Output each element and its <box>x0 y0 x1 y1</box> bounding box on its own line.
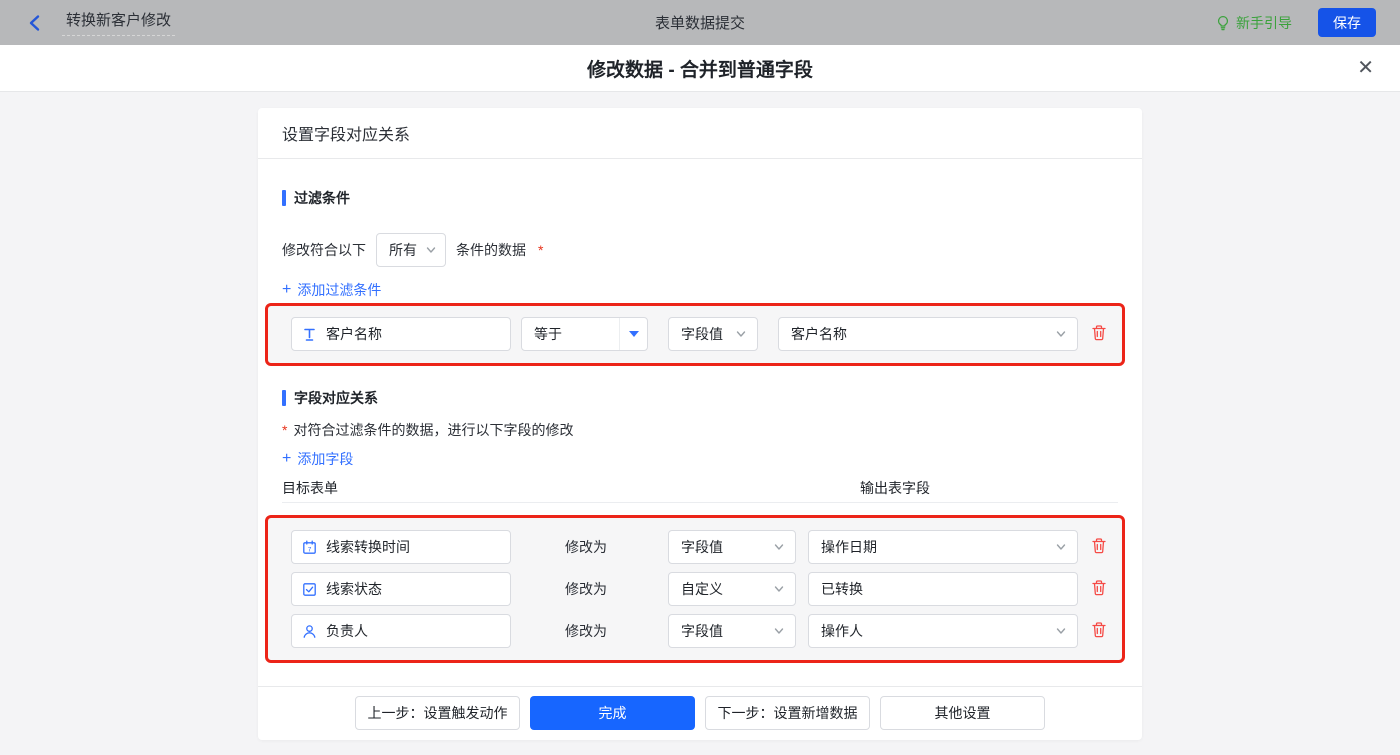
modify-to-label: 修改为 <box>565 539 607 555</box>
delete-row-button[interactable] <box>1090 537 1110 557</box>
match-scope-select[interactable]: 所有 <box>376 233 446 267</box>
text-field-icon <box>304 328 315 341</box>
value-type-select[interactable]: 字段值 <box>668 614 796 648</box>
guide-label: 新手引导 <box>1236 14 1292 31</box>
column-output-field: 输出表字段 <box>860 480 930 496</box>
done-button[interactable]: 完成 <box>530 696 695 730</box>
trash-icon <box>1092 580 1106 596</box>
card-header-divider <box>258 158 1142 159</box>
add-field-link[interactable]: + 添加字段 <box>282 449 353 469</box>
column-header-divider <box>282 502 1118 503</box>
calendar-icon: 7 <box>303 540 316 554</box>
target-field-input[interactable]: 7 线索转换时间 <box>291 530 511 564</box>
filter-condition-highlight: 客户名称 等于 字段值 客户名称 <box>265 303 1125 366</box>
filter-match-row: 修改符合以下 所有 条件的数据 * <box>282 233 543 267</box>
output-field-select[interactable]: 操作人 <box>808 614 1078 648</box>
footer-divider <box>258 686 1142 687</box>
chevron-down-icon <box>736 331 746 337</box>
trash-icon <box>1092 325 1106 341</box>
app-topbar: 转换新客户修改 表单数据提交 新手引导 保存 <box>0 0 1400 45</box>
match-suffix: 条件的数据 <box>456 242 526 258</box>
mapping-row: 线索状态 修改为 自定义 已转换 <box>268 572 1122 606</box>
chevron-down-icon <box>774 586 784 592</box>
condition-field-input[interactable]: 客户名称 <box>291 317 511 351</box>
condition-value-type-select[interactable]: 字段值 <box>668 317 758 351</box>
required-mark: * <box>538 242 544 258</box>
value-type-select[interactable]: 字段值 <box>668 530 796 564</box>
delete-row-button[interactable] <box>1090 579 1110 599</box>
delete-condition-button[interactable] <box>1090 324 1110 344</box>
next-step-button[interactable]: 下一步：设置新增数据 <box>705 696 870 730</box>
column-target-form: 目标表单 <box>282 480 338 496</box>
close-icon[interactable]: ✕ <box>1357 57 1374 79</box>
operator-caret-zone[interactable] <box>619 318 647 350</box>
modal-header: 修改数据 - 合并到普通字段 ✕ <box>0 45 1400 92</box>
person-icon <box>303 624 316 638</box>
mapping-rows-highlight: 7 线索转换时间 修改为 字段值 操作日期 线索状态 修改为 自定义 已转换 负… <box>265 515 1125 663</box>
modify-to-label: 修改为 <box>565 623 607 639</box>
footer-actions: 上一步：设置触发动作 完成 下一步：设置新增数据 其他设置 <box>258 696 1142 730</box>
chevron-left-icon <box>29 14 40 31</box>
triangle-down-icon <box>628 331 639 337</box>
other-settings-button[interactable]: 其他设置 <box>880 696 1045 730</box>
target-field-input[interactable]: 负责人 <box>291 614 511 648</box>
custom-value-input[interactable]: 已转换 <box>808 572 1078 606</box>
chevron-down-icon <box>774 544 784 550</box>
chevron-down-icon <box>774 628 784 634</box>
condition-operator-select[interactable]: 等于 <box>521 317 648 351</box>
settings-card: 设置字段对应关系 过滤条件 修改符合以下 所有 条件的数据 * + 添加过滤条件 <box>258 108 1142 740</box>
trash-icon <box>1092 622 1106 638</box>
trash-icon <box>1092 538 1106 554</box>
beginner-guide-link[interactable]: 新手引导 <box>1215 13 1292 33</box>
match-prefix: 修改符合以下 <box>282 242 366 258</box>
checkbox-icon <box>303 582 316 596</box>
chevron-down-icon <box>1056 331 1066 337</box>
mapping-description: * 对符合过滤条件的数据，进行以下字段的修改 <box>282 422 574 438</box>
condition-value-select[interactable]: 客户名称 <box>778 317 1078 351</box>
mapping-row: 7 线索转换时间 修改为 字段值 操作日期 <box>268 530 1122 564</box>
modify-to-label: 修改为 <box>565 581 607 597</box>
card-title: 设置字段对应关系 <box>282 127 411 144</box>
back-button[interactable] <box>26 12 48 34</box>
value-type-select[interactable]: 自定义 <box>668 572 796 606</box>
mapping-column-headers: 目标表单 输出表字段 <box>282 478 1118 498</box>
section-accent-bar <box>282 390 286 406</box>
target-field-input[interactable]: 线索状态 <box>291 572 511 606</box>
filter-section-title: 过滤条件 <box>282 188 350 208</box>
flow-name[interactable]: 转换新客户修改 <box>62 9 176 36</box>
section-accent-bar <box>282 190 286 206</box>
mapping-section-title: 字段对应关系 <box>282 388 378 408</box>
save-button[interactable]: 保存 <box>1318 8 1376 37</box>
output-field-select[interactable]: 操作日期 <box>808 530 1078 564</box>
modal-title: 修改数据 - 合并到普通字段 <box>587 59 813 81</box>
svg-text:7: 7 <box>308 546 312 553</box>
mapping-row: 负责人 修改为 字段值 操作人 <box>268 614 1122 648</box>
modal-body: 设置字段对应关系 过滤条件 修改符合以下 所有 条件的数据 * + 添加过滤条件 <box>0 92 1400 755</box>
chevron-down-icon <box>1056 628 1066 634</box>
topbar-title: 表单数据提交 <box>654 15 745 32</box>
prev-step-button[interactable]: 上一步：设置触发动作 <box>355 696 520 730</box>
add-filter-condition-link[interactable]: + 添加过滤条件 <box>282 280 381 300</box>
delete-row-button[interactable] <box>1090 621 1110 641</box>
chevron-down-icon <box>426 247 436 253</box>
lightbulb-icon <box>1217 15 1229 30</box>
chevron-down-icon <box>1056 544 1066 550</box>
